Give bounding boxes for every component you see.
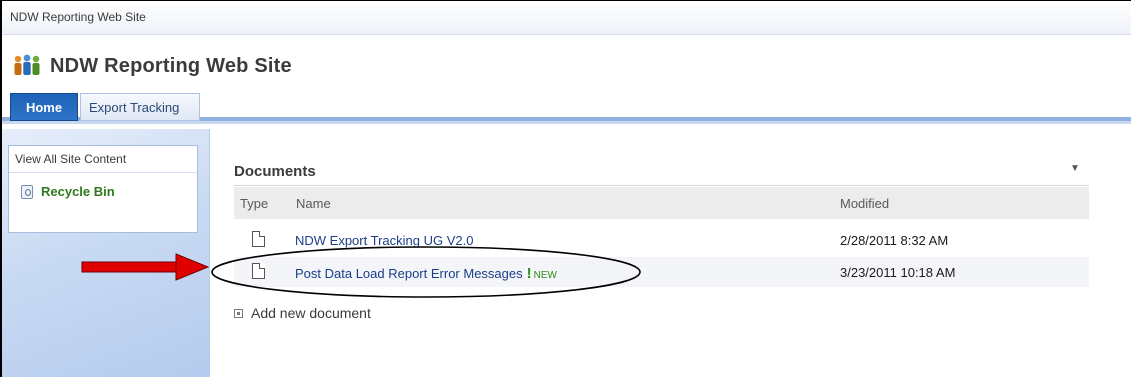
add-new-document-link[interactable]: Add new document [234, 305, 371, 321]
recycle-bin-label: Recycle Bin [41, 184, 115, 199]
sharepoint-page: NDW Reporting Web Site NDW Reporting Web… [0, 0, 1131, 377]
table-row: Post Data Load Report Error Messages! NEW… [234, 257, 1089, 287]
column-header-name[interactable]: Name [296, 196, 331, 211]
quick-launch-box: View All Site Content Recycle Bin [8, 145, 198, 233]
modified-date: 3/23/2011 10:18 AM [840, 265, 956, 280]
table-row: NDW Export Tracking UG V2.0 2/28/2011 8:… [234, 225, 1089, 255]
documents-table-header: Type Name Modified [234, 187, 1089, 219]
add-item-icon [234, 308, 243, 318]
global-bar: NDW Reporting Web Site [2, 1, 1131, 35]
column-header-modified[interactable]: Modified [840, 196, 889, 211]
global-site-name[interactable]: NDW Reporting Web Site [10, 10, 146, 24]
webpart-title-underline [234, 185, 1089, 186]
quick-launch-divider [9, 172, 197, 173]
recycle-bin-icon [21, 184, 33, 199]
column-header-type[interactable]: Type [240, 196, 268, 211]
recycle-bin-link[interactable]: Recycle Bin [21, 184, 115, 199]
documents-webpart-title[interactable]: Documents [234, 163, 316, 180]
document-icon[interactable] [252, 231, 265, 247]
modified-date: 2/28/2011 8:32 AM [840, 233, 949, 248]
title-row: NDW Reporting Web Site [2, 35, 1131, 91]
quick-launch-panel: View All Site Content Recycle Bin [2, 129, 210, 377]
view-all-site-content-link[interactable]: View All Site Content [15, 152, 126, 166]
document-icon[interactable] [252, 263, 265, 279]
document-link[interactable]: NDW Export Tracking UG V2.0 [295, 233, 473, 248]
tab-export-tracking[interactable]: Export Tracking [80, 93, 200, 121]
top-nav: Home Export Tracking [2, 93, 1131, 124]
document-link-wrapper: Post Data Load Report Error Messages! NEW [295, 265, 557, 282]
tab-home[interactable]: Home [10, 93, 78, 121]
add-new-document-label: Add new document [251, 305, 371, 321]
site-title[interactable]: NDW Reporting Web Site [50, 55, 292, 78]
new-label: NEW [533, 270, 557, 281]
people-logo-icon [14, 54, 40, 75]
document-link[interactable]: Post Data Load Report Error Messages [295, 266, 523, 281]
main-content: Documents ▼ Type Name Modified NDW Expor… [212, 129, 1131, 377]
webpart-menu-dropdown-icon[interactable]: ▼ [1070, 163, 1080, 174]
new-indicator-icon: ! [526, 265, 532, 282]
